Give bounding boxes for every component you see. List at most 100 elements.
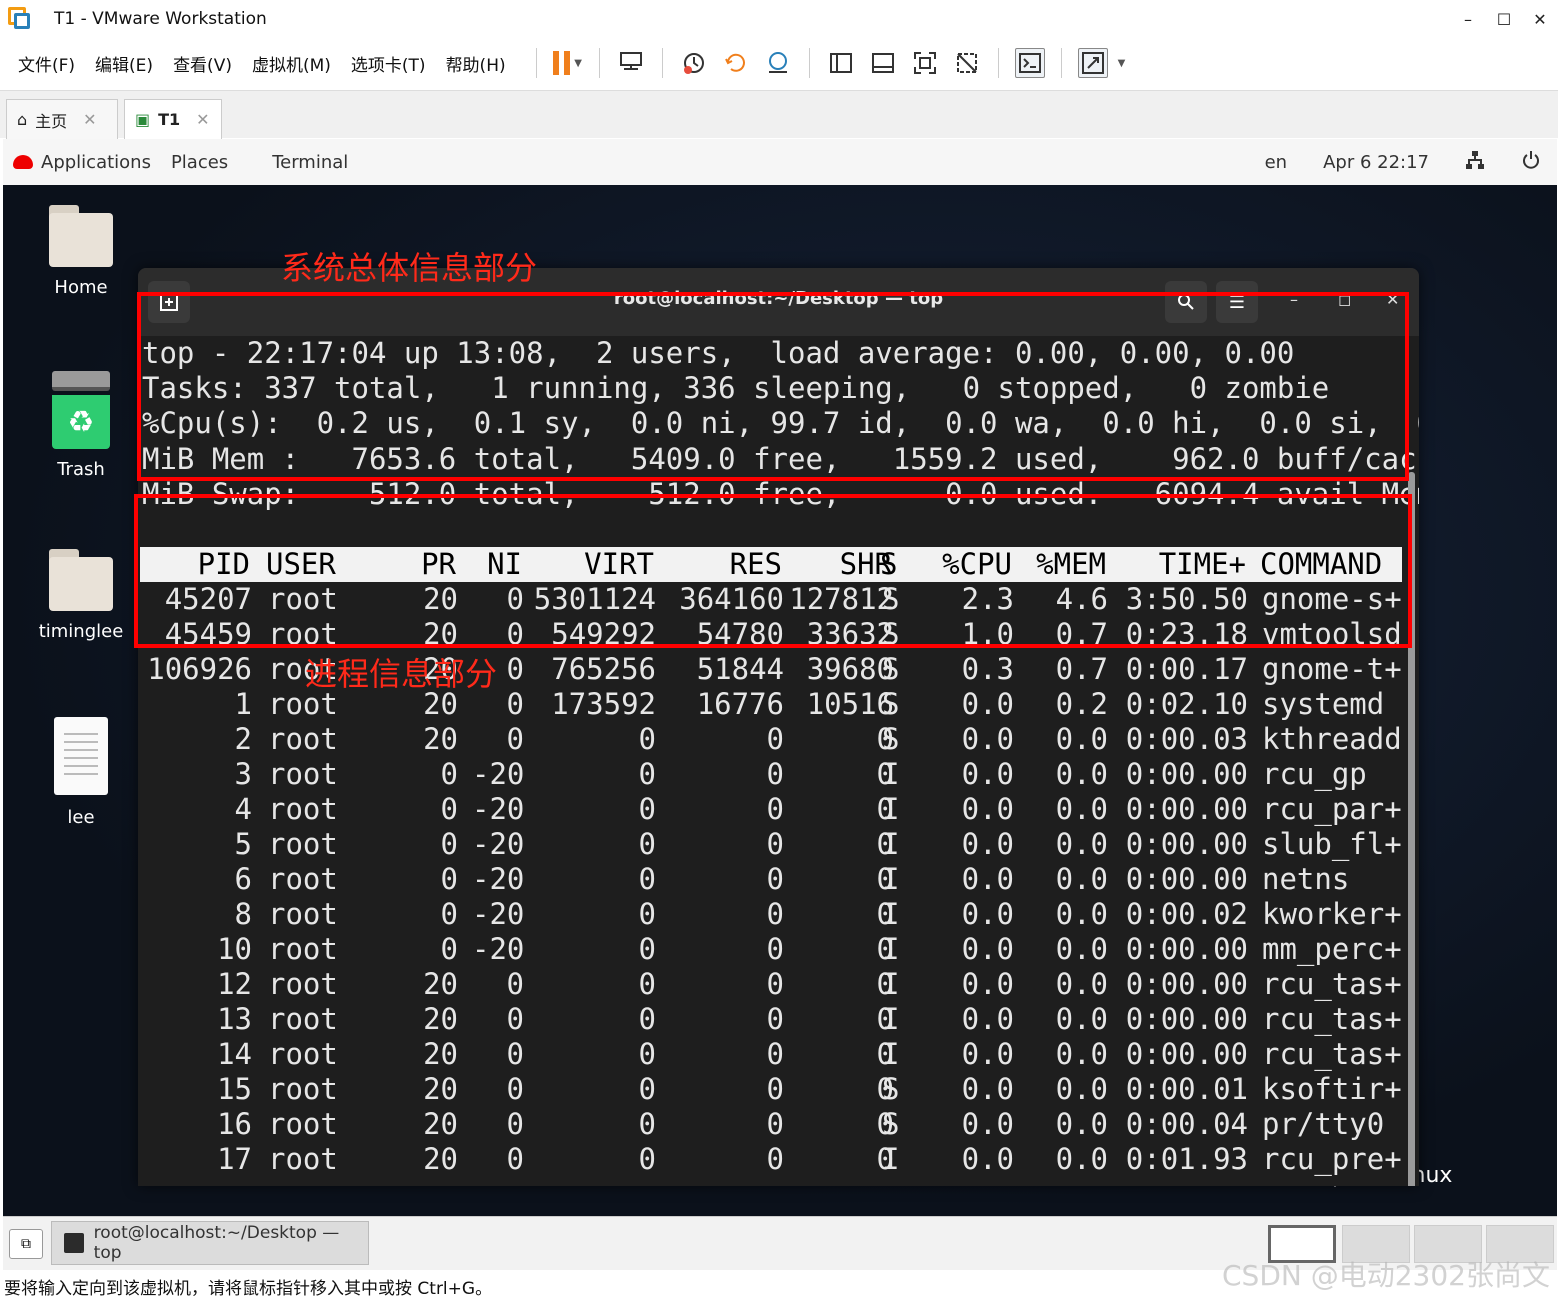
process-cell: rcu_par+ — [1262, 792, 1402, 826]
csdn-watermark: CSDN @电动2302张尚文 — [1222, 1259, 1550, 1292]
process-cell: 0:00.04 — [1125, 1107, 1248, 1141]
stretch-dropdown-icon[interactable]: ▼ — [1118, 58, 1126, 69]
gnome-top-bar: Applications Places Terminal en Apr 6 22… — [3, 139, 1557, 185]
process-cell: rcu_tas+ — [1262, 967, 1402, 1001]
power-icon[interactable] — [1521, 150, 1541, 175]
menu-tabs[interactable]: 选项卡(T) — [351, 51, 426, 76]
taskbar-item-label: root@localhost:~/Desktop — top — [93, 1223, 340, 1263]
taskbar-terminal-item[interactable]: root@localhost:~/Desktop — top — [51, 1221, 369, 1265]
input-language[interactable]: en — [1265, 152, 1287, 173]
process-cell: 0 — [506, 967, 524, 1001]
process-cell: 10 — [217, 932, 252, 966]
process-cell: 0.0 — [961, 827, 1014, 861]
tab-home[interactable]: ⌂ 主页 ✕ — [6, 99, 118, 139]
process-cell: 1 — [234, 687, 252, 721]
tab-home-label: 主页 — [35, 111, 68, 131]
desktop-icon-home[interactable]: Home — [21, 205, 141, 298]
process-cell: root — [268, 967, 338, 1001]
process-cell: rcu_tas+ — [1262, 1037, 1402, 1071]
process-cell: 0.0 — [1055, 1107, 1108, 1141]
close-button[interactable]: ✕ — [1522, 0, 1558, 38]
summary-annotation: 系统总体信息部分 — [281, 249, 538, 287]
minimize-button[interactable]: – — [1450, 0, 1486, 38]
process-cell: 0 — [506, 722, 524, 756]
process-cell: 20 — [423, 722, 458, 756]
process-cell: 0:00.01 — [1125, 1072, 1248, 1106]
tab-t1-close-icon[interactable]: ✕ — [196, 110, 209, 129]
process-cell: 0 — [638, 1037, 656, 1071]
terminal-console-icon[interactable] — [1014, 48, 1045, 78]
process-cell: 0 — [440, 932, 458, 966]
summary-highlight-box — [137, 292, 1409, 481]
process-cell: 0.0 — [961, 1037, 1014, 1071]
process-cell: 20 — [423, 1072, 458, 1106]
process-annotation: 进程信息部分 — [305, 655, 498, 693]
process-cell: 0:00.17 — [1125, 652, 1248, 686]
places-menu[interactable]: Places — [171, 152, 228, 173]
home-icon: ⌂ — [17, 110, 28, 129]
network-icon[interactable] — [1465, 150, 1485, 175]
process-cell: 0.0 — [961, 897, 1014, 931]
fullscreen-icon[interactable] — [910, 48, 940, 78]
process-cell: 0:00.00 — [1125, 792, 1248, 826]
process-cell: slub_fl+ — [1262, 827, 1402, 861]
desktop-icon-label: Home — [54, 277, 108, 298]
process-cell: -20 — [472, 792, 525, 826]
menu-help[interactable]: 帮助(H) — [446, 51, 506, 76]
process-cell: 0 — [876, 827, 894, 861]
show-desktop-button[interactable]: ⧉ — [9, 1229, 43, 1259]
process-cell: 106926 — [147, 652, 252, 686]
process-cell: 15 — [217, 1072, 252, 1106]
applications-menu[interactable]: Applications — [13, 152, 151, 173]
guest-display[interactable]: Applications Places Terminal en Apr 6 22… — [3, 139, 1557, 1270]
process-cell: root — [268, 1107, 338, 1141]
desktop-icon-lee[interactable]: lee — [21, 717, 141, 828]
process-cell: 6 — [234, 862, 252, 896]
tab-t1[interactable]: ▣ T1 ✕ — [124, 99, 222, 139]
process-cell: 0.0 — [961, 722, 1014, 756]
process-cell: 0 — [876, 722, 894, 756]
process-cell: 0 — [638, 862, 656, 896]
snapshot-manager-icon[interactable] — [763, 48, 793, 78]
process-cell: 0 — [440, 827, 458, 861]
clock[interactable]: Apr 6 22:17 — [1323, 152, 1429, 173]
menu-edit[interactable]: 编辑(E) — [95, 51, 153, 76]
process-cell: rcu_gp — [1262, 757, 1367, 791]
process-cell: 0 — [638, 792, 656, 826]
desktop-icon-timinglee[interactable]: timinglee — [21, 549, 141, 642]
process-cell: 0:00.00 — [1125, 862, 1248, 896]
revert-snapshot-icon[interactable] — [721, 48, 751, 78]
process-cell: 0 — [638, 827, 656, 861]
process-cell: kworker+ — [1262, 897, 1402, 931]
desktop[interactable]: Home ♻ Trash timinglee lee Red Hat Enter… — [3, 185, 1557, 1216]
snapshot-icon[interactable] — [679, 48, 709, 78]
process-cell: 0.0 — [1055, 827, 1108, 861]
sidebar-view-icon[interactable] — [826, 48, 856, 78]
process-cell: 0 — [638, 1072, 656, 1106]
console-view-icon[interactable] — [868, 48, 898, 78]
process-cell: 5 — [234, 827, 252, 861]
send-ctrl-alt-del-icon[interactable] — [616, 48, 646, 78]
process-cell: pr/tty0 — [1262, 1107, 1385, 1141]
menu-file[interactable]: 文件(F) — [18, 51, 75, 76]
menu-vm[interactable]: 虚拟机(M) — [252, 51, 331, 76]
process-cell: 0:00.00 — [1125, 757, 1248, 791]
pause-vm-button[interactable]: ▼ — [553, 48, 583, 78]
process-cell: 0.0 — [1055, 932, 1108, 966]
process-cell: 0:00.00 — [1125, 1037, 1248, 1071]
desktop-icon-label: Trash — [57, 459, 105, 480]
process-cell: 0.0 — [961, 1142, 1014, 1176]
process-cell: 0.0 — [1055, 1072, 1108, 1106]
process-cell: 16 — [217, 1107, 252, 1141]
desktop-icon-trash[interactable]: ♻ Trash — [21, 371, 141, 480]
maximize-button[interactable]: ☐ — [1486, 0, 1522, 38]
process-cell: 0:02.10 — [1125, 687, 1248, 721]
menu-view[interactable]: 查看(V) — [173, 51, 232, 76]
terminal-app-menu[interactable]: Terminal — [272, 152, 348, 173]
stretch-guest-icon[interactable] — [1077, 48, 1108, 78]
unity-icon[interactable] — [952, 48, 982, 78]
process-cell: 39680 — [806, 652, 894, 686]
tab-home-close-icon[interactable]: ✕ — [83, 110, 96, 129]
process-cell: -20 — [472, 862, 525, 896]
process-cell: 0:00.00 — [1125, 967, 1248, 1001]
